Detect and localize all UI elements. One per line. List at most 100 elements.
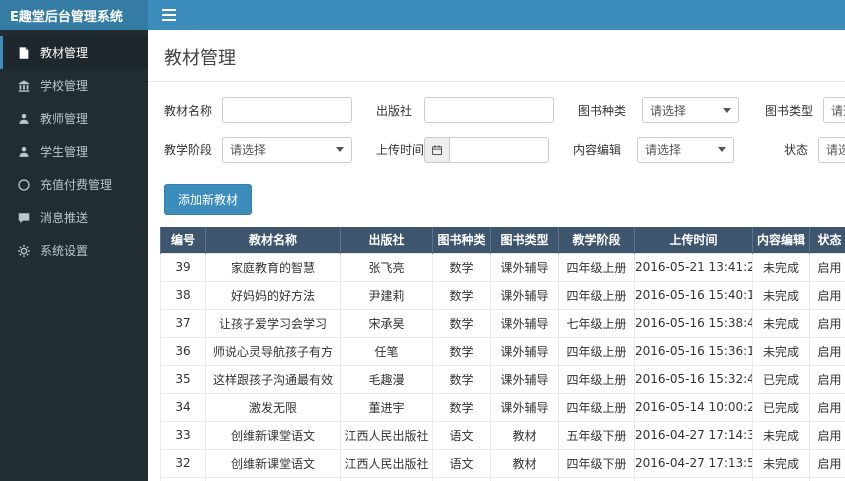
cell-type: 教材 xyxy=(490,420,559,450)
table-row: 38 好妈妈的好方法 尹建莉 数学 课外辅导 四年级上册 2016-05-16 … xyxy=(160,280,845,310)
cell-type: 课外辅导 xyxy=(490,392,559,422)
cell-upload-time: 2016-05-16 15:38:48 xyxy=(634,308,753,338)
publisher-input[interactable] xyxy=(424,97,554,123)
filter-book-type: 图书类型 请选择 xyxy=(763,97,845,123)
cell-type: 课外辅导 xyxy=(490,364,559,394)
cell-category: 数学 xyxy=(432,364,491,394)
app-logo[interactable]: E趣堂后台管理系统 xyxy=(0,0,148,30)
cell-name: 创维新课堂数学 xyxy=(205,476,341,481)
sidebar-item-teacher-management[interactable]: 教师管理 xyxy=(0,102,148,135)
cell-edit-status: 未完成 xyxy=(752,448,810,478)
filter-row-1: 教材名称 出版社 图书种类 请选择 图书类型 请选择 xyxy=(164,97,845,123)
chevron-down-icon xyxy=(718,147,726,152)
chevron-down-icon xyxy=(336,147,344,152)
cell-id: 33 xyxy=(160,420,206,450)
book-type-select[interactable]: 请选择 xyxy=(823,97,845,123)
sidebar-item-payment-management[interactable]: 充值付费管理 xyxy=(0,168,148,201)
cell-status: 启用 xyxy=(809,448,845,478)
header-stage: 教学阶段 xyxy=(558,227,635,253)
cell-upload-time: 2016-04-27 17:14:34 xyxy=(634,420,753,450)
cell-category: 数学 xyxy=(432,476,491,481)
cell-id: 32 xyxy=(160,448,206,478)
sidebar-item-label: 学校管理 xyxy=(40,79,89,93)
cell-upload-time: 2016-05-16 15:40:14 xyxy=(634,280,753,310)
cell-publisher: 江西人民出版社 xyxy=(340,476,433,481)
header-type: 图书类型 xyxy=(490,227,559,253)
upload-time-label: 上传时间 xyxy=(376,143,425,157)
cell-stage: 四年级上册 xyxy=(558,336,635,366)
cell-name: 创维新课堂语文 xyxy=(205,448,341,478)
cell-category: 语文 xyxy=(432,448,491,478)
payment-icon xyxy=(17,178,31,192)
sidebar-item-student-management[interactable]: 学生管理 xyxy=(0,135,148,168)
cell-category: 数学 xyxy=(432,336,491,366)
header-publisher: 出版社 xyxy=(340,227,433,253)
toolbar: 添加新教材 xyxy=(148,178,845,227)
sidebar-item-system-settings[interactable]: 系统设置 xyxy=(0,234,148,267)
filter-content-editor: 内容编辑 请选择 xyxy=(573,136,734,163)
page-header: 教材管理 xyxy=(148,30,845,82)
sidebar-item-school-management[interactable]: 学校管理 xyxy=(0,69,148,102)
filter-textbook-name: 教材名称 xyxy=(164,97,352,123)
table-row: 37 让孩子爱学习会学习 宋承昊 数学 课外辅导 七年级上册 2016-05-1… xyxy=(160,308,845,338)
cell-edit-status: 未完成 xyxy=(752,308,810,338)
cell-publisher: 张飞亮 xyxy=(340,252,433,282)
sidebar-item-label: 教材管理 xyxy=(40,46,89,60)
cell-stage: 四年级上册 xyxy=(558,252,635,282)
table-row: 34 激发无限 董进宇 数学 课外辅导 四年级上册 2016-05-14 10:… xyxy=(160,392,845,422)
cell-edit-status: 未完成 xyxy=(752,476,810,481)
content-editor-select[interactable]: 请选择 xyxy=(637,136,734,163)
cell-publisher: 江西人民出版社 xyxy=(340,420,433,450)
book-category-label: 图书种类 xyxy=(578,103,627,118)
cell-status: 启用 xyxy=(809,420,845,450)
cell-type: 课外辅导 xyxy=(490,252,559,282)
page-title: 教材管理 xyxy=(164,48,236,69)
publisher-label: 出版社 xyxy=(376,103,413,118)
hamburger-icon xyxy=(162,9,176,11)
cell-stage: 四年级上册 xyxy=(558,392,635,422)
cell-name: 好妈妈的好方法 xyxy=(205,280,341,310)
cell-upload-time: 2016-05-21 13:41:21 xyxy=(634,252,753,282)
cell-category: 数学 xyxy=(432,252,491,282)
cell-upload-time: 2016-04-27 17:13:50 xyxy=(634,448,753,478)
content-editor-value: 请选择 xyxy=(645,143,682,157)
cell-status: 启用 xyxy=(809,280,845,310)
cell-type: 课外辅导 xyxy=(490,336,559,366)
cell-id: 37 xyxy=(160,308,206,338)
table-row: 36 师说心灵导航孩子有方 任笔 数学 课外辅导 四年级上册 2016-05-1… xyxy=(160,336,845,366)
filter-book-category: 图书种类 请选择 xyxy=(578,97,739,123)
cell-edit-status: 未完成 xyxy=(752,336,810,366)
header-category: 图书种类 xyxy=(432,227,491,253)
cell-stage: 四年级上册 xyxy=(558,364,635,394)
cell-publisher: 任笔 xyxy=(340,336,433,366)
teaching-stage-select[interactable]: 请选择 xyxy=(222,136,352,163)
cell-type: 课外辅导 xyxy=(490,280,559,310)
cell-stage: 七年级上册 xyxy=(558,308,635,338)
sidebar-item-textbook-management[interactable]: 教材管理 xyxy=(0,36,148,69)
teaching-stage-label: 教学阶段 xyxy=(164,143,213,157)
header-id: 编号 xyxy=(160,227,206,253)
header-upload-time: 上传时间 xyxy=(634,227,753,253)
cell-category: 数学 xyxy=(432,280,491,310)
add-textbook-button[interactable]: 添加新教材 xyxy=(164,184,253,215)
filter-row-2: 教学阶段 请选择 上传时间 内容编辑 请选择 状态 请选 xyxy=(164,136,845,163)
cell-name: 这样跟孩子沟通最有效 xyxy=(205,364,341,394)
upload-time-input[interactable] xyxy=(449,136,549,163)
cell-name: 家庭教育的智慧 xyxy=(205,252,341,282)
table-row: 31 创维新课堂数学 江西人民出版社 数学 教材 五年级下册 2016-04-2… xyxy=(160,476,845,481)
upload-time-date-group xyxy=(424,136,549,163)
cell-upload-time: 2016-04-27 17:12:46 xyxy=(634,476,753,481)
textbook-name-input[interactable] xyxy=(222,97,352,123)
cell-category: 语文 xyxy=(432,420,491,450)
cell-status: 启用 xyxy=(809,336,845,366)
sidebar-toggle-button[interactable] xyxy=(148,0,190,30)
cell-name: 创维新课堂语文 xyxy=(205,420,341,450)
cell-type: 教材 xyxy=(490,448,559,478)
status-select[interactable]: 请选择 xyxy=(818,136,845,163)
sidebar-item-message-push[interactable]: 消息推送 xyxy=(0,201,148,234)
book-category-select[interactable]: 请选择 xyxy=(642,97,739,123)
textbook-icon xyxy=(17,46,31,60)
cell-id: 35 xyxy=(160,364,206,394)
status-label: 状态 xyxy=(783,143,808,157)
cell-id: 39 xyxy=(160,252,206,282)
